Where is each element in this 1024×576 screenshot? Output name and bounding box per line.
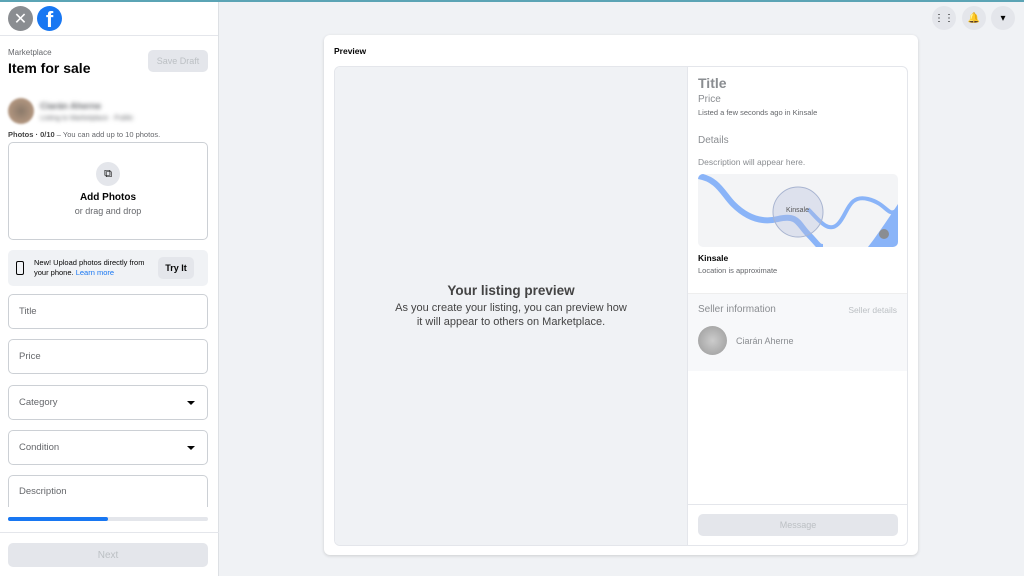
user-subtitle: Listing to Marketplace · Public (40, 114, 134, 122)
seller-details-link[interactable]: Seller details (848, 305, 897, 315)
close-icon[interactable]: ✕ (8, 6, 33, 31)
learn-more-link[interactable]: Learn more (76, 268, 114, 277)
message-button[interactable]: Message (698, 514, 898, 536)
caret-down-icon (187, 446, 195, 450)
seller-info-heading: Seller information (698, 304, 776, 315)
category-select[interactable]: Category (8, 385, 208, 420)
listing-sidebar: ✕ f Marketplace Item for sale Save Draft… (0, 2, 219, 576)
menu-grid-icon[interactable]: ⋮⋮ (932, 6, 956, 30)
seller-section: Seller information Seller details Ciarán… (688, 293, 907, 371)
next-button[interactable]: Next (8, 543, 208, 567)
description-placeholder: Description will appear here. (698, 157, 806, 167)
photos-label: Photos · 0/10 – You can add up to 10 pho… (8, 130, 160, 139)
phone-icon (16, 261, 24, 275)
category-label: Category (19, 397, 58, 408)
caret-down-icon (187, 401, 195, 405)
title-field[interactable]: Title (8, 294, 208, 329)
price-label: Price (19, 351, 41, 362)
try-it-button[interactable]: Try It (158, 257, 194, 279)
progress-bar (8, 517, 208, 521)
photos-count: Photos · 0/10 (8, 130, 55, 139)
map-label: Kinsale (786, 207, 809, 214)
breadcrumb[interactable]: Marketplace (8, 48, 52, 57)
phone-upload-banner: New! Upload photos directly from your ph… (8, 250, 208, 286)
condition-select[interactable]: Condition (8, 430, 208, 465)
page-title: Item for sale (8, 60, 91, 76)
save-draft-button[interactable]: Save Draft (148, 50, 208, 72)
placeholder-text: As you create your listing, you can prev… (395, 302, 627, 328)
description-field[interactable]: Description (8, 475, 208, 507)
add-photos-dropzone[interactable]: ⧉ Add Photos or drag and drop (8, 142, 208, 240)
listing-preview-placeholder: Your listing preview As you create your … (335, 67, 687, 545)
title-label: Title (19, 306, 37, 317)
listing-title: Title (698, 75, 727, 91)
listing-price: Price (698, 94, 721, 105)
preview-card: Preview Your listing preview As you crea… (324, 35, 918, 555)
notifications-icon[interactable]: 🔔 (962, 6, 986, 30)
seller-avatar (698, 326, 727, 355)
listed-time: Listed a few seconds ago in Kinsale (698, 108, 818, 117)
placeholder-title: Your listing preview (447, 283, 575, 298)
description-label: Description (19, 486, 67, 497)
avatar (8, 98, 34, 124)
account-caret-icon[interactable]: ▾ (991, 6, 1015, 30)
listing-details-panel: Title Price Listed a few seconds ago in … (687, 67, 907, 545)
drag-drop-label: or drag and drop (74, 206, 142, 216)
preview-heading: Preview (334, 46, 367, 56)
location-name: Kinsale (698, 253, 729, 263)
add-photo-icon: ⧉ (96, 162, 120, 186)
seller-name: Ciarán Aherne (736, 336, 794, 346)
photos-hint: – You can add up to 10 photos. (54, 130, 161, 139)
price-field[interactable]: Price (8, 339, 208, 374)
details-heading: Details (698, 135, 729, 146)
facebook-logo[interactable]: f (37, 6, 62, 31)
user-info: Ciarán Aherne Listing to Marketplace · P… (8, 98, 133, 124)
add-photos-label: Add Photos (79, 192, 137, 203)
preview-frame: Your listing preview As you create your … (334, 66, 908, 546)
location-map[interactable]: Kinsale (698, 174, 898, 247)
message-bar: Message (688, 504, 907, 545)
sidebar-header: ✕ f (0, 2, 218, 36)
location-note: Location is approximate (698, 266, 778, 275)
user-name: Ciarán Aherne (40, 100, 102, 111)
divider (0, 532, 219, 533)
progress-fill (8, 517, 108, 521)
condition-label: Condition (19, 442, 60, 453)
